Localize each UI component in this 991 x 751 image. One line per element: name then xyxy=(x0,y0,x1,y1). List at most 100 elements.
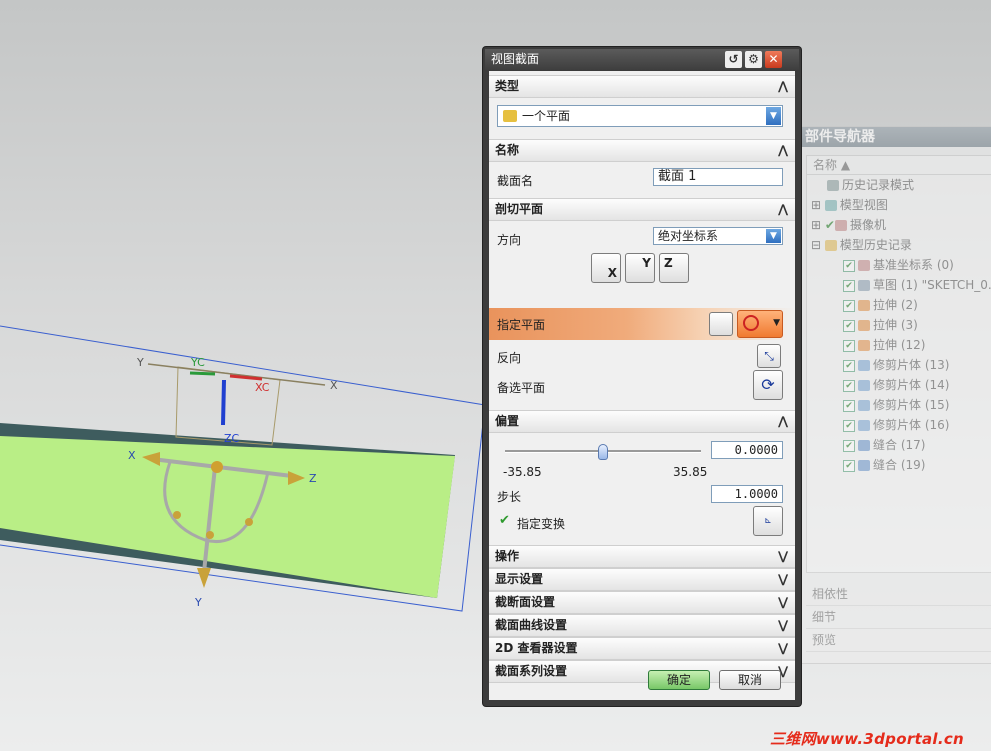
group-offset-label: 偏置 xyxy=(495,414,520,428)
offset-value-field[interactable]: 0.0000 xyxy=(711,441,783,459)
visibility-checkbox[interactable]: ✔ xyxy=(843,459,855,472)
dependencies-panel[interactable]: 相依性 xyxy=(806,583,991,606)
chevron-up-icon[interactable]: ⋀ xyxy=(774,141,792,159)
tree-item[interactable]: ✔ 缝合 (17) xyxy=(807,435,991,455)
close-icon[interactable]: ✕ xyxy=(765,51,782,68)
type-select[interactable]: 一个平面 ▼ xyxy=(497,105,783,127)
tree-item-label: 修剪片体 (14) xyxy=(873,378,950,392)
group-name-label: 名称 xyxy=(495,143,520,157)
reverse-direction-icon[interactable]: ⤡ xyxy=(757,344,781,368)
visibility-checkbox[interactable]: ✔ xyxy=(843,379,855,392)
offset-slider[interactable] xyxy=(505,444,701,460)
cycle-plane-icon[interactable]: ⟳ xyxy=(753,370,783,400)
group-section-curve-settings-header[interactable]: 截面曲线设置 ⋁ xyxy=(489,614,795,637)
section-plane-edge xyxy=(0,325,486,406)
ok-button[interactable]: 确定 xyxy=(648,670,710,690)
reset-icon[interactable]: ↺ xyxy=(725,51,742,68)
small-x-label: X xyxy=(330,379,338,392)
chevron-down-icon[interactable]: ▼ xyxy=(766,107,781,125)
slider-thumb[interactable] xyxy=(598,444,608,460)
tree-item[interactable]: ✔ 拉伸 (3) xyxy=(807,315,991,335)
tree-item[interactable]: ✔ 修剪片体 (13) xyxy=(807,355,991,375)
chevron-down-icon[interactable]: ▼ xyxy=(766,229,781,243)
extrude-icon xyxy=(858,340,870,351)
dialog-titlebar[interactable]: 视图截面 ↺ ⚙ ✕ xyxy=(485,49,799,70)
chevron-down-icon[interactable]: ⋁ xyxy=(774,616,792,634)
chevron-up-icon[interactable]: ⋀ xyxy=(774,200,792,218)
tree-item-label: 模型历史记录 xyxy=(839,238,912,252)
tree-item-label: 历史记录模式 xyxy=(842,178,915,192)
inferred-plane-button[interactable]: ▼ xyxy=(737,310,783,338)
direction-select[interactable]: 绝对坐标系 ▼ xyxy=(653,227,783,245)
visibility-checkbox[interactable]: ✔ xyxy=(843,399,855,412)
specify-plane-label: 指定平面 xyxy=(497,318,546,332)
cancel-button[interactable]: 取消 xyxy=(719,670,781,690)
group-type-header[interactable]: 类型 ⋀ xyxy=(489,75,795,98)
tree-item[interactable]: ✔ 拉伸 (12) xyxy=(807,335,991,355)
plane-type-icon xyxy=(503,110,517,122)
tree-item-label: 缝合 (19) xyxy=(873,458,926,472)
tree-item[interactable]: ⊟ 模型历史记录 xyxy=(807,235,991,255)
tree-item-label: 修剪片体 (13) xyxy=(873,358,950,372)
tree-item[interactable]: ✔ 缝合 (19) xyxy=(807,455,991,475)
chevron-down-icon[interactable]: ⋁ xyxy=(774,593,792,611)
tree-item[interactable]: 历史记录模式 xyxy=(807,175,991,195)
specify-transform-label: 指定变换 xyxy=(517,517,566,531)
view-section-dialog[interactable]: 视图截面 ↺ ⚙ ✕ 类型 ⋀ 一个平面 ▼ 名称 ⋀ 截面名 截面 1 剖切平… xyxy=(483,47,801,706)
csys-transform-icon[interactable]: ⊾ xyxy=(753,506,783,536)
tree-item[interactable]: ✔ 修剪片体 (14) xyxy=(807,375,991,395)
xc-label: XC xyxy=(255,381,270,394)
plane-x-button[interactable]: X xyxy=(591,253,621,283)
tree-item-label: 修剪片体 (16) xyxy=(873,418,950,432)
tree-item[interactable]: ✔ 草图 (1) "SKETCH_0... xyxy=(807,275,991,295)
chevron-up-icon[interactable]: ⋀ xyxy=(774,77,792,95)
part-navigator[interactable]: 部件导航器 名称 ▲ 历史记录模式 ⊞ 模型视图 ⊞ ✔ 摄像机 ⊟ 模型历史记录… xyxy=(800,126,991,664)
column-header-name[interactable]: 名称 ▲ xyxy=(807,156,991,175)
small-y-label: Y xyxy=(136,356,144,369)
z-axis-label: Z xyxy=(309,472,317,485)
group-operation-header[interactable]: 操作 ⋁ xyxy=(489,545,795,568)
chevron-down-icon[interactable]: ▼ xyxy=(773,318,780,328)
visibility-checkbox[interactable]: ✔ xyxy=(843,339,855,352)
group-offset-header[interactable]: 偏置 ⋀ xyxy=(489,410,795,433)
visibility-checkbox[interactable]: ✔ xyxy=(843,419,855,432)
details-panel[interactable]: 细节 xyxy=(806,606,991,629)
group-2d-viewer-settings-header[interactable]: 2D 查看器设置 ⋁ xyxy=(489,637,795,660)
chevron-down-icon[interactable]: ⋁ xyxy=(774,570,792,588)
plane-z-button[interactable]: Z xyxy=(659,253,689,283)
trim-sheet-icon xyxy=(858,420,870,431)
visibility-checkbox[interactable]: ✔ xyxy=(843,439,855,452)
chevron-down-icon[interactable]: ⋁ xyxy=(774,547,792,565)
tree-item[interactable]: ✔ 修剪片体 (16) xyxy=(807,415,991,435)
tree-item[interactable]: ⊞ ✔ 摄像机 xyxy=(807,215,991,235)
visibility-checkbox[interactable]: ✔ xyxy=(843,299,855,312)
tree-item[interactable]: ✔ 拉伸 (2) xyxy=(807,295,991,315)
visibility-checkbox[interactable]: ✔ xyxy=(843,319,855,332)
group-name-header[interactable]: 名称 ⋀ xyxy=(489,139,795,162)
plane-y-button[interactable]: Y xyxy=(625,253,655,283)
plane-dialog-icon[interactable] xyxy=(709,312,733,336)
step-value-field[interactable]: 1.0000 xyxy=(711,485,783,503)
tree-item[interactable]: ✔ 修剪片体 (15) xyxy=(807,395,991,415)
group-cap-settings-header[interactable]: 截断面设置 ⋁ xyxy=(489,591,795,614)
visibility-checkbox[interactable]: ✔ xyxy=(843,359,855,372)
tree-item[interactable]: ✔ 基准坐标系 (0) xyxy=(807,255,991,275)
tree-item-label: 草图 (1) "SKETCH_0... xyxy=(873,278,991,292)
group-cutting-plane-header[interactable]: 剖切平面 ⋀ xyxy=(489,198,795,221)
dialog-body: 类型 ⋀ 一个平面 ▼ 名称 ⋀ 截面名 截面 1 剖切平面 ⋀ 方向 绝对坐标… xyxy=(489,71,795,700)
group-display-settings-header[interactable]: 显示设置 ⋁ xyxy=(489,568,795,591)
navigator-tree[interactable]: 名称 ▲ 历史记录模式 ⊞ 模型视图 ⊞ ✔ 摄像机 ⊟ 模型历史记录 ✔ 基准坐标… xyxy=(806,155,991,573)
visibility-checkbox[interactable]: ✔ xyxy=(843,279,855,292)
check-icon: ✔ xyxy=(499,513,510,528)
trim-sheet-icon xyxy=(858,360,870,371)
visibility-checkbox[interactable]: ✔ xyxy=(843,259,855,272)
section-name-label: 截面名 xyxy=(497,174,534,188)
tree-item-label: 拉伸 (12) xyxy=(873,338,926,352)
chevron-down-icon[interactable]: ⋁ xyxy=(774,639,792,657)
tree-item[interactable]: ⊞ 模型视图 xyxy=(807,195,991,215)
preview-panel[interactable]: 预览 xyxy=(806,629,991,652)
gear-icon[interactable]: ⚙ xyxy=(745,51,762,68)
extrude-icon xyxy=(858,300,870,311)
chevron-up-icon[interactable]: ⋀ xyxy=(774,412,792,430)
section-name-field[interactable]: 截面 1 xyxy=(653,168,783,186)
